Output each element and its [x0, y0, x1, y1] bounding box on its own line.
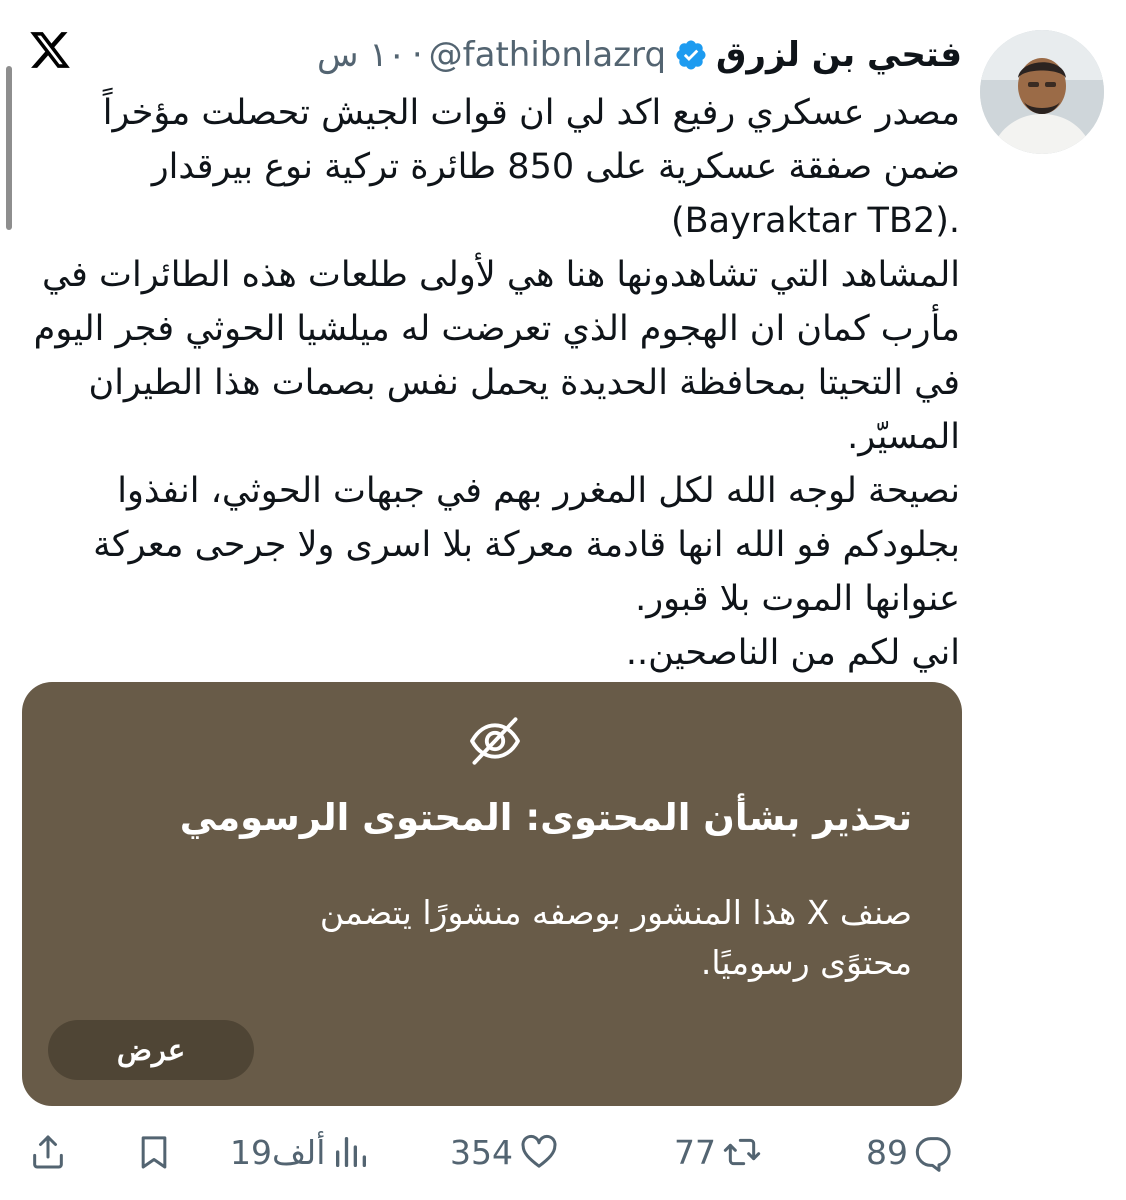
warning-title: تحذير بشأن المحتوى: المحتوى الرسومي [179, 796, 912, 839]
views-button[interactable]: 19ألف [224, 1122, 371, 1182]
eye-off-icon [466, 712, 524, 770]
reply-count: 89 [866, 1132, 908, 1172]
verified-badge-icon [674, 38, 708, 72]
bookmark-icon [141, 1136, 167, 1169]
reply-button[interactable]: 89 [860, 1122, 954, 1182]
author-name[interactable]: فتحي بن لزرق [716, 35, 962, 75]
tweet-header: فتحي بن لزرق @fathibnlazrq · ١٠ س [310, 26, 962, 84]
views-count: 19ألف [230, 1132, 326, 1172]
tweet-paragraph: المشاهد التي تشاهدونها هنا هي لأولى طلعا… [33, 255, 960, 457]
tweet-paragraph: اني لكم من الناصحين.. [625, 633, 960, 673]
header-separator: · [411, 35, 423, 75]
tweet-actions-bar: 89 77 354 19ألف [0, 1122, 1126, 1182]
like-button[interactable]: 354 [444, 1122, 559, 1182]
author-avatar[interactable] [980, 30, 1104, 154]
share-icon [33, 1135, 63, 1169]
tweet-paragraph: مصدر عسكري رفيع اكد لي ان قوات الجيش تحص… [102, 93, 960, 187]
scrollbar-thumb[interactable] [6, 66, 12, 230]
tweet-paragraph: (Bayraktar TB2). [670, 201, 960, 241]
bookmark-button[interactable] [134, 1122, 174, 1182]
repost-icon [723, 1138, 761, 1166]
heart-icon [521, 1134, 557, 1168]
reply-icon [915, 1137, 951, 1172]
like-count: 354 [450, 1132, 513, 1172]
author-handle[interactable]: @fathibnlazrq [429, 35, 666, 75]
view-media-button[interactable]: عرض [48, 1020, 254, 1080]
x-logo-icon [28, 28, 72, 72]
repost-count: 77 [674, 1132, 716, 1172]
sensitive-media-card[interactable]: تحذير بشأن المحتوى: المحتوى الرسومي صنف … [22, 682, 962, 1106]
analytics-icon [336, 1137, 367, 1167]
post-time[interactable]: ١٠ س [317, 35, 406, 75]
repost-button[interactable]: 77 [668, 1122, 762, 1182]
share-button[interactable] [28, 1122, 68, 1182]
warning-body: صنف X هذا المنشور بوصفه منشورًا يتضمن مح… [319, 893, 912, 982]
tweet-text: مصدر عسكري رفيع اكد لي ان قوات الجيش تحص… [30, 86, 960, 680]
avatar-photo [980, 30, 1104, 154]
tweet-paragraph: نصيحة لوجه الله لكل المغرر بهم في جبهات … [93, 471, 960, 619]
